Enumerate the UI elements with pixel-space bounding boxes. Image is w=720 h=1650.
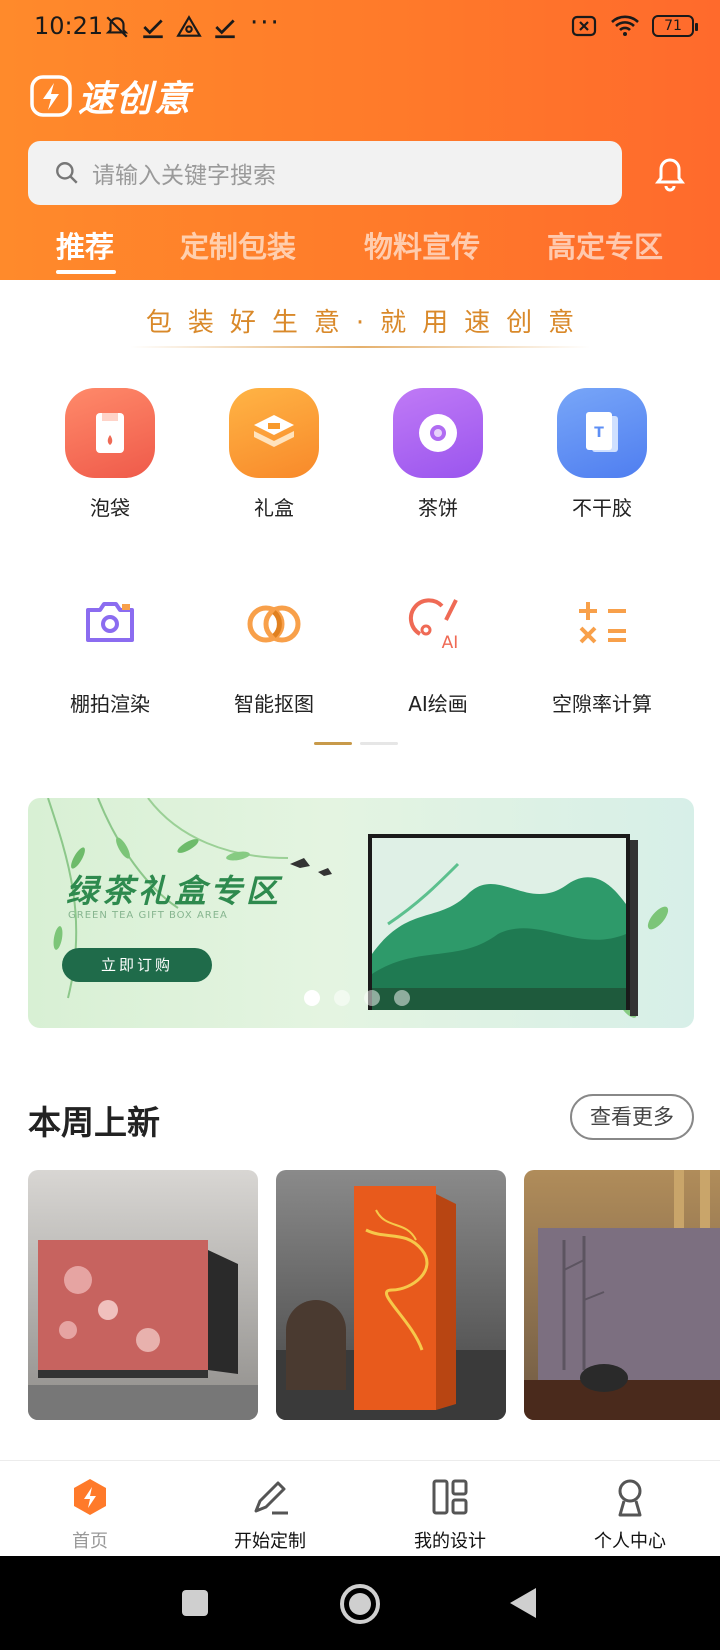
nav-label: 我的设计 [414,1531,486,1552]
system-status: 71 [570,14,698,38]
recent-apps-icon[interactable] [180,1588,210,1618]
camera-icon [86,602,134,642]
bell-icon[interactable] [650,154,690,194]
banner-title: 绿茶礼盒专区 [66,872,283,910]
search-input[interactable]: 请输入关键字搜索 [92,156,276,190]
tab-promo-materials[interactable]: 物料宣传 [364,224,480,266]
sticker-icon: T [557,388,647,478]
promo-banner[interactable]: 绿茶礼盒专区 GREEN TEA GIFT BOX AREA 立即订购 [28,798,694,1028]
svg-text:AI: AI [442,633,459,653]
nav-home[interactable]: 首页 [20,1475,160,1553]
status-bar: 10:21 ··· 71 [0,0,720,56]
notification-icons [104,14,238,40]
banner-dot[interactable] [364,990,380,1006]
grid-page-indicator [360,742,398,745]
home-button-icon[interactable] [338,1582,382,1626]
nav-start-custom[interactable]: 开始定制 [200,1475,340,1553]
layout-icon [432,1479,468,1515]
section-title-new: 本周上新 [28,1103,160,1142]
app-notification-icon [176,15,202,37]
search-bar[interactable]: 请输入关键字搜索 [28,141,622,205]
download-done-icon [143,19,163,39]
ai-paint-icon: AI [408,598,459,653]
nav-profile[interactable]: 个人中心 [560,1475,700,1553]
tool-studio-render[interactable]: 棚拍渲染 [28,590,192,717]
user-icon [618,1479,642,1517]
category-tea-cake[interactable]: 茶饼 [356,388,520,521]
svg-text:T: T [594,425,604,441]
banner-dot[interactable] [394,990,410,1006]
category-label: 泡袋 [90,496,130,520]
battery-icon: 71 [652,15,698,37]
tool-label: 棚拍渲染 [70,692,150,716]
slogan-divider [130,346,590,348]
tool-ai-painting[interactable]: AI AI绘画 [356,590,520,717]
category-gift-box[interactable]: 礼盒 [192,388,356,521]
slogan: 包装好生意·就用速创意 [145,308,591,338]
banner-dot-active[interactable] [304,990,320,1006]
app-header: 10:21 ··· 71 速创意 请输入关键字搜索 推荐 定制包装 物料宣传 高… [0,0,720,280]
banner-dot[interactable] [334,990,350,1006]
tab-custom-packaging[interactable]: 定制包装 [180,224,296,266]
category-tabs: 推荐 定制包装 物料宣传 高定专区 [0,220,720,280]
banner-pagination [304,990,410,1006]
tool-label: 智能抠图 [234,692,314,716]
wifi-icon [611,15,639,36]
status-time: 10:21 [34,12,104,40]
category-tea-bag[interactable]: 泡袋 [28,388,192,521]
silent-alarm-icon [105,16,129,38]
tea-bag-icon [65,388,155,478]
download-done-icon-2 [215,19,235,39]
home-icon [74,1479,106,1515]
view-more-button[interactable]: 查看更多 [570,1094,694,1140]
nav-label: 首页 [72,1531,108,1552]
product-card[interactable] [276,1170,506,1420]
active-tab-indicator [56,270,116,274]
sim-off-icon [571,15,597,37]
category-label: 不干胶 [572,496,632,520]
brand-name: 速创意 [78,79,193,120]
nav-my-designs[interactable]: 我的设计 [380,1475,520,1553]
more-notifications-icon: ··· [250,8,281,38]
product-card[interactable] [524,1170,720,1420]
banner-subtitle: GREEN TEA GIFT BOX AREA [68,910,228,921]
lightning-logo-icon [30,75,72,117]
tab-recommend[interactable]: 推荐 [56,224,114,266]
tool-label: AI绘画 [408,692,468,716]
back-icon[interactable] [508,1586,538,1620]
purple-bamboo-white-tea-box-image [524,1170,720,1420]
category-label: 礼盒 [254,496,294,520]
orange-phoenix-tea-box-image [276,1186,506,1420]
cutout-icon [247,605,301,643]
category-label: 茶饼 [418,496,458,520]
gift-box-icon [229,388,319,478]
order-now-button[interactable]: 立即订购 [62,948,212,982]
nav-label: 个人中心 [594,1531,666,1552]
calculator-icon [579,602,626,644]
app-logo: 速创意 [30,70,192,122]
tea-cake-icon [393,388,483,478]
nav-label: 开始定制 [234,1531,306,1552]
search-icon [56,162,78,184]
pen-icon [254,1481,288,1515]
category-sticker[interactable]: T 不干胶 [520,388,684,521]
tab-premium[interactable]: 高定专区 [547,224,663,266]
tool-void-ratio-calc[interactable]: 空隙率计算 [520,590,684,717]
tool-label: 空隙率计算 [552,692,652,716]
bottom-navigation: 首页 开始定制 我的设计 个人中心 [0,1460,720,1556]
pink-floral-gift-box-image [28,1240,258,1420]
product-card[interactable] [28,1170,258,1420]
system-navigation-bar [0,1556,720,1650]
grid-page-indicator-active [314,742,352,745]
tool-smart-cutout[interactable]: 智能抠图 [192,590,356,717]
